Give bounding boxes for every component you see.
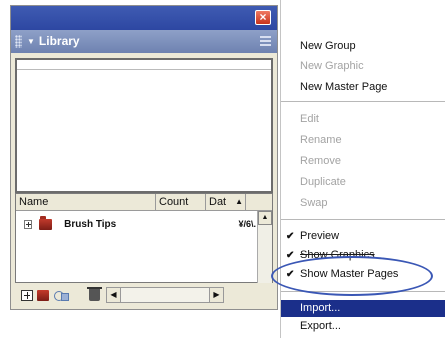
folder-icon xyxy=(39,215,53,230)
menu-item-duplicate[interactable]: Duplicate xyxy=(281,174,445,191)
horizontal-scrollbar[interactable]: ◀ ▶ xyxy=(106,287,224,303)
menu-item-label: Show Graphics xyxy=(300,249,375,261)
column-count[interactable]: Count xyxy=(156,194,206,211)
menu-item-label: Import... xyxy=(300,302,341,314)
list-item[interactable]: Brush Tips ¥/6\. xyxy=(16,215,256,232)
close-button[interactable]: × xyxy=(255,10,271,25)
menu-item-edit[interactable]: Edit xyxy=(281,111,445,128)
menu-item-label: Show Master Pages xyxy=(300,268,399,280)
resize-corner[interactable] xyxy=(227,287,239,303)
menu-item-import[interactable]: Import... xyxy=(281,300,445,317)
new-master-page-icon[interactable] xyxy=(53,289,69,301)
menu-item-show-master-pages[interactable]: ✔ Show Master Pages xyxy=(281,266,445,283)
menu-item-label: Preview xyxy=(300,230,340,242)
collapse-arrow-icon[interactable]: ▼ xyxy=(27,37,35,46)
bottom-toolbar: ◀ ▶ xyxy=(15,283,273,307)
menu-item-show-graphics[interactable]: ✔ Show Graphics xyxy=(281,247,445,264)
column-date-label: Dat xyxy=(209,196,227,208)
library-list: Name Count Dat ▲ Brush Tips ¥/6\. ▲ xyxy=(15,193,273,283)
panel-title: Library xyxy=(38,34,80,48)
library-titlebar[interactable]: ▼ Library xyxy=(11,30,277,53)
menu-item-label: Export... xyxy=(300,320,341,332)
menu-item-rename[interactable]: Rename xyxy=(281,132,445,149)
scroll-up-icon[interactable]: ▲ xyxy=(258,211,272,225)
menu-item-preview[interactable]: ✔ Preview xyxy=(281,228,445,245)
panel-menu-icon[interactable] xyxy=(260,36,271,46)
preview-divider xyxy=(17,66,271,70)
scroll-left-icon[interactable]: ◀ xyxy=(107,288,121,302)
trash-icon[interactable] xyxy=(87,287,102,301)
menu-item-new-master-page[interactable]: New Master Page xyxy=(281,79,445,96)
menu-item-remove[interactable]: Remove xyxy=(281,153,445,170)
list-item-date: ¥/6\. xyxy=(238,219,256,229)
menu-separator xyxy=(281,219,445,220)
column-date[interactable]: Dat ▲ xyxy=(206,194,246,211)
menu-item-label: Rename xyxy=(300,134,342,146)
context-menu: New Group New Graphic New Master Page Ed… xyxy=(280,0,445,338)
new-graphic-icon[interactable] xyxy=(37,289,49,301)
drag-grip-icon[interactable] xyxy=(15,35,22,48)
menu-separator xyxy=(281,291,445,292)
preview-area xyxy=(15,58,273,193)
menu-item-new-graphic[interactable]: New Graphic xyxy=(281,58,445,75)
menu-item-label: New Group xyxy=(300,40,356,52)
library-panel: × ▼ Library Name Count Dat ▲ Brush Tips … xyxy=(10,5,278,310)
menu-item-label: Edit xyxy=(300,113,319,125)
panel-top-bar: × xyxy=(11,6,277,30)
menu-item-label: Remove xyxy=(300,155,341,167)
menu-item-label: New Master Page xyxy=(300,81,388,93)
checkmark-icon: ✔ xyxy=(286,269,295,280)
menu-item-new-group[interactable]: New Group xyxy=(281,38,445,55)
list-item-name: Brush Tips xyxy=(64,218,117,230)
sort-arrow-icon: ▲ xyxy=(235,197,243,206)
expand-icon[interactable] xyxy=(24,219,33,229)
menu-item-label: Swap xyxy=(300,197,328,209)
menu-item-label: Duplicate xyxy=(300,176,346,188)
menu-item-swap[interactable]: Swap xyxy=(281,195,445,212)
vertical-scrollbar[interactable]: ▲ xyxy=(257,211,272,283)
checkmark-icon: ✔ xyxy=(286,231,295,242)
new-group-icon[interactable] xyxy=(21,289,33,301)
checkmark-icon: ✔ xyxy=(286,250,295,261)
menu-item-label: New Graphic xyxy=(300,60,364,72)
menu-item-export[interactable]: Export... xyxy=(281,318,445,335)
column-name[interactable]: Name xyxy=(16,194,156,211)
menu-separator xyxy=(281,101,445,102)
column-header: Name Count Dat ▲ xyxy=(16,194,272,211)
scroll-right-icon[interactable]: ▶ xyxy=(209,288,223,302)
